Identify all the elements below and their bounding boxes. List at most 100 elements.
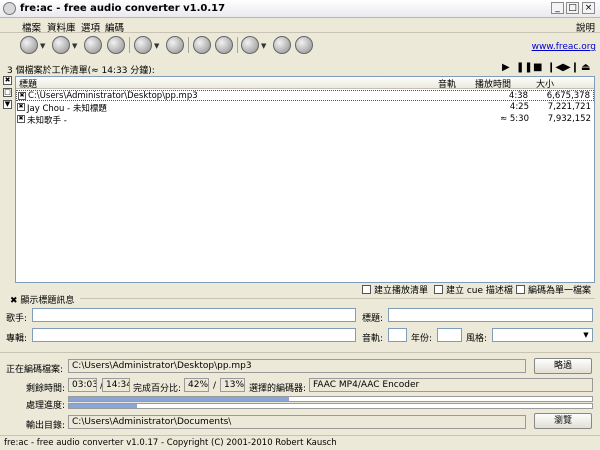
cd-info-icon[interactable] <box>107 36 125 54</box>
menu-bar: 檔案 資料庫 選項 編碼 說明 <box>0 18 600 34</box>
previous-track-icon[interactable]: ❙◀ <box>547 62 563 73</box>
menu-file[interactable]: 檔案 <box>22 20 41 34</box>
browse-button[interactable]: 瀏覽 <box>534 413 592 429</box>
row-title: Jay Chou - 未知標題 <box>27 104 107 114</box>
percent-label: 完成百分比: <box>133 384 182 394</box>
table-row[interactable]: ✖ Jay Chou - 未知標題 4:25 7,221,721 <box>16 102 594 114</box>
app-icon <box>3 2 16 15</box>
settings-icon[interactable] <box>215 36 233 54</box>
cue-label: 建立 cue 描述檔 <box>446 286 513 296</box>
chevron-down-icon[interactable]: ▼ <box>72 42 77 50</box>
toggle-selection-checkbox[interactable]: ▼ <box>3 100 12 109</box>
table-row[interactable]: ✖ 未知歌手 - ≈ 5:30 7,932,152 <box>16 114 594 126</box>
tools-icon[interactable] <box>193 36 211 54</box>
chevron-down-icon[interactable]: ▼ <box>40 42 45 50</box>
chevron-down-icon[interactable]: ▼ <box>154 42 159 50</box>
row-title: C:\Users\Administrator\Desktop\pp.mp3 <box>28 91 198 101</box>
single-file-option[interactable]: 編碼為單一檔案 <box>516 283 591 296</box>
maximize-button[interactable]: □ <box>566 2 579 14</box>
album-label: 專輯: <box>6 334 28 344</box>
search-icon[interactable] <box>134 36 152 54</box>
add-files-icon[interactable] <box>20 36 38 54</box>
row-size: 7,221,721 <box>547 102 591 112</box>
playlist-label: 建立播放清單 <box>374 286 429 296</box>
track-label: 音軌: <box>362 334 384 344</box>
row-length: 4:25 <box>509 102 529 112</box>
close-button[interactable]: × <box>582 2 595 14</box>
tag-editor-title: 顯示標題訊息 <box>20 296 75 306</box>
time-left-field: 03:03 <box>68 378 97 392</box>
menu-database[interactable]: 資料庫 <box>47 20 76 34</box>
album-field[interactable] <box>32 328 356 342</box>
toolbar-separator <box>188 37 189 53</box>
add-folder-icon[interactable] <box>52 36 70 54</box>
menu-options[interactable]: 選項 <box>81 20 100 34</box>
cue-option[interactable]: 建立 cue 描述檔 <box>434 283 513 296</box>
divider <box>80 298 595 299</box>
window-title: fre:ac - free audio converter v1.0.17 <box>20 3 226 14</box>
minimize-button[interactable]: _ <box>551 2 564 14</box>
table-row[interactable]: ✖ C:\Users\Administrator\Desktop\pp.mp3 … <box>16 90 594 101</box>
percent-slash: / <box>213 381 217 391</box>
track-field[interactable] <box>388 328 407 342</box>
chevron-down-icon[interactable]: ▼ <box>261 42 266 50</box>
eject-icon[interactable]: ⏏ <box>581 62 590 73</box>
title-field[interactable] <box>388 308 593 322</box>
percent-total-field: 13% <box>220 378 245 392</box>
tag-toggle-icon[interactable]: ✖ <box>10 296 18 306</box>
next-track-icon[interactable]: ▶❙ <box>563 62 579 73</box>
stop-icon[interactable]: ■ <box>533 62 542 73</box>
year-label: 年份: <box>411 334 433 344</box>
row-checkbox[interactable]: ✖ <box>17 103 25 111</box>
artist-label: 歌手: <box>6 314 28 324</box>
pause-icon[interactable] <box>273 36 291 54</box>
cdda-icon[interactable] <box>84 36 102 54</box>
single-file-checkbox[interactable] <box>516 285 525 294</box>
row-size: 7,932,152 <box>547 114 591 124</box>
menu-encode[interactable]: 編碼 <box>105 20 124 34</box>
play-icon[interactable] <box>241 36 259 54</box>
row-length: 4:38 <box>508 91 528 101</box>
row-checkbox[interactable]: ✖ <box>17 115 25 123</box>
toolbar: ▼ ▼ ▼ ▼ www.freac.org <box>0 33 600 57</box>
year-field[interactable] <box>437 328 462 342</box>
progress-label: 處理進度: <box>26 401 66 411</box>
title-bar: fre:ac - free audio converter v1.0.17 _ … <box>0 0 600 18</box>
column-size[interactable]: 大小 <box>536 77 554 90</box>
cddb-icon[interactable] <box>166 36 184 54</box>
percent-file-field: 42% <box>184 378 209 392</box>
total-progress-bar <box>68 403 593 409</box>
title-label: 標題: <box>362 314 384 324</box>
select-none-checkbox[interactable]: □ <box>3 88 12 97</box>
encoder-label: 選擇的編碼器: <box>249 384 307 394</box>
column-length[interactable]: 播放時間 <box>475 77 511 90</box>
time-left-label: 剩餘時間: <box>26 384 66 394</box>
output-dir-field: C:\Users\Administrator\Documents\ <box>68 415 526 429</box>
row-title: 未知歌手 - <box>27 116 67 126</box>
toolbar-separator <box>237 37 238 53</box>
encoding-file-field: C:\Users\Administrator\Desktop\pp.mp3 <box>68 359 526 373</box>
joblist[interactable]: 標題 音軌 播放時間 大小 ✖ C:\Users\Administrator\D… <box>15 76 595 283</box>
row-checkbox[interactable]: ✖ <box>18 92 26 100</box>
chevron-down-icon[interactable]: ▼ <box>581 330 591 340</box>
toolbar-separator <box>129 37 130 53</box>
cue-checkbox[interactable] <box>434 285 443 294</box>
file-progress-fill <box>69 397 289 401</box>
skip-button[interactable]: 略過 <box>534 358 592 374</box>
column-title[interactable]: 標題 <box>19 77 37 90</box>
artist-field[interactable] <box>32 308 356 322</box>
genre-select[interactable]: ▼ <box>492 328 593 342</box>
select-all-checkbox[interactable]: ✖ <box>3 76 12 85</box>
pause-icon[interactable]: ❚❚ <box>516 62 533 73</box>
genre-label: 風格: <box>466 334 488 344</box>
stop-icon[interactable] <box>295 36 313 54</box>
output-dir-label: 輸出目錄: <box>26 421 66 431</box>
joblist-summary: 3 個檔案於工作清單(≈ 14:33 分鐘): <box>7 66 155 76</box>
playlist-option[interactable]: 建立播放清單 <box>362 283 428 296</box>
column-track[interactable]: 音軌 <box>438 77 456 90</box>
menu-help[interactable]: 說明 <box>576 20 595 34</box>
playlist-checkbox[interactable] <box>362 285 371 294</box>
tag-editor-toggle[interactable]: ✖ 顯示標題訊息 <box>10 293 74 306</box>
website-link[interactable]: www.freac.org <box>532 42 596 52</box>
play-icon[interactable]: ▶ <box>502 62 510 73</box>
